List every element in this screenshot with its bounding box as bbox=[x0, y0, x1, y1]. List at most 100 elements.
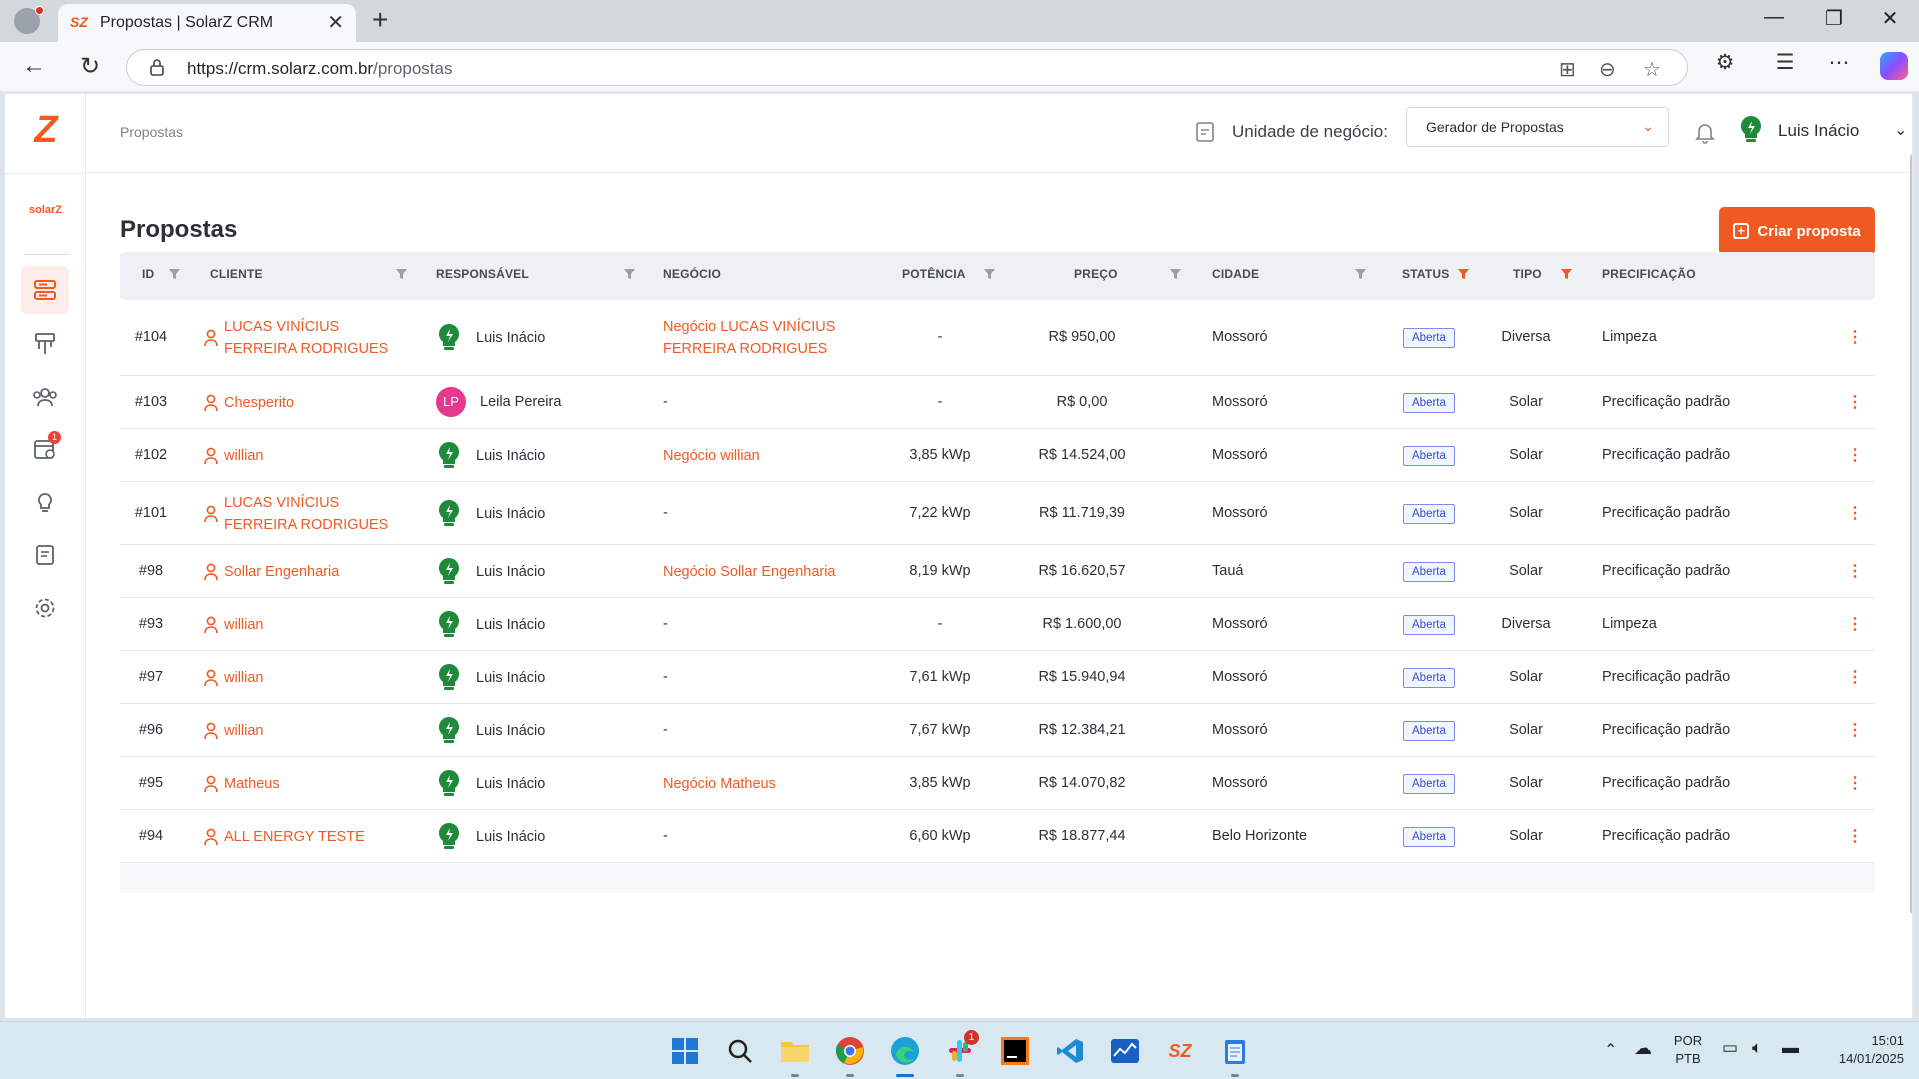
clock[interactable]: 15:01 14/01/2025 bbox=[1818, 1032, 1904, 1068]
maximize-icon[interactable]: ❐ bbox=[1814, 6, 1854, 31]
col-id[interactable]: ID bbox=[142, 267, 154, 281]
table-row[interactable]: #97 willian Luis Inácio - 7,61 kWp R$ 15.940,… bbox=[120, 651, 1875, 704]
reload-icon[interactable]: ↻ bbox=[72, 52, 108, 81]
table-row[interactable]: #96 willian Luis Inácio - 7,67 kWp R$ 12.384,… bbox=[120, 704, 1875, 757]
col-status[interactable]: STATUS bbox=[1402, 267, 1449, 281]
cell-business-link[interactable]: Negócio LUCAS VINÍCIUS FERREIRA RODRIGUES bbox=[663, 316, 835, 360]
show-hidden-icons-icon[interactable]: ⌃ bbox=[1604, 1040, 1617, 1060]
row-actions-kebab-icon[interactable]: ⋮ bbox=[1847, 773, 1863, 793]
close-tab-icon[interactable]: ✕ bbox=[327, 10, 344, 35]
table-row[interactable]: #101 LUCAS VINÍCIUS FERREIRA RODRIGUES Luis… bbox=[120, 482, 1875, 545]
row-actions-kebab-icon[interactable]: ⋮ bbox=[1847, 720, 1863, 740]
minimize-icon[interactable]: — bbox=[1754, 6, 1794, 29]
col-pricing[interactable]: PRECIFICAÇÃO bbox=[1602, 267, 1696, 281]
cell-client-link[interactable]: willian bbox=[204, 445, 264, 467]
language-indicator[interactable]: POR PTB bbox=[1670, 1032, 1706, 1068]
cell-business-link[interactable]: Negócio willian bbox=[663, 445, 760, 467]
sidebar-item-ideas[interactable] bbox=[21, 479, 69, 527]
browser-tab-active[interactable]: SZ Propostas | SolarZ CRM ✕ bbox=[58, 4, 356, 42]
col-client[interactable]: CLIENTE bbox=[210, 267, 263, 281]
filter-icon[interactable] bbox=[1354, 268, 1367, 280]
new-tab-button[interactable]: + bbox=[372, 4, 388, 36]
edge-icon[interactable] bbox=[888, 1034, 922, 1068]
battery-icon[interactable]: ▬ bbox=[1782, 1038, 1799, 1058]
zoom-icon[interactable]: ⊖ bbox=[1599, 57, 1616, 82]
solarz-icon[interactable]: SZ bbox=[1163, 1034, 1197, 1068]
vscode-icon[interactable] bbox=[1053, 1034, 1087, 1068]
breadcrumb[interactable]: Propostas bbox=[120, 124, 183, 140]
stocks-icon[interactable] bbox=[1108, 1034, 1142, 1068]
row-actions-kebab-icon[interactable]: ⋮ bbox=[1847, 503, 1863, 523]
table-row[interactable]: #94 ALL ENERGY TESTE Luis Inácio - 6,60 kWp R… bbox=[120, 810, 1875, 863]
notepad-icon[interactable] bbox=[1218, 1034, 1252, 1068]
back-icon[interactable]: ← bbox=[16, 52, 52, 80]
user-menu-chevron-icon[interactable]: ⌄ bbox=[1894, 120, 1907, 140]
col-price[interactable]: PREÇO bbox=[1074, 267, 1118, 281]
close-window-icon[interactable]: ✕ bbox=[1870, 6, 1910, 31]
table-row[interactable]: #98 Sollar Engenharia Luis Inácio Negócio S… bbox=[120, 545, 1875, 598]
cell-client-link[interactable]: Sollar Engenharia bbox=[204, 561, 339, 583]
sidebar-item-notes[interactable] bbox=[21, 531, 69, 579]
solarz-logo[interactable]: Z bbox=[29, 111, 63, 149]
create-proposal-button[interactable]: + Criar proposta bbox=[1719, 207, 1875, 255]
address-bar[interactable]: https://crm.solarz.com.br/propostas ⊞ ⊖ … bbox=[126, 49, 1688, 86]
sidebar-item-proposals[interactable] bbox=[21, 266, 69, 314]
table-row[interactable]: #95 Matheus Luis Inácio Negócio Matheus 3,85… bbox=[120, 757, 1875, 810]
favorite-star-icon[interactable]: ☆ bbox=[1643, 57, 1661, 82]
filter-icon[interactable] bbox=[983, 268, 996, 280]
sidebar-item-people[interactable] bbox=[21, 373, 69, 421]
cell-client-link[interactable]: willian bbox=[204, 720, 264, 742]
col-responsible[interactable]: RESPONSÁVEL bbox=[436, 267, 529, 281]
filter-active-icon[interactable] bbox=[1560, 268, 1573, 280]
col-power[interactable]: POTÊNCIA bbox=[902, 267, 966, 281]
volume-icon[interactable]: 🔈︎ bbox=[1752, 1038, 1762, 1058]
col-city[interactable]: CIDADE bbox=[1212, 267, 1259, 281]
onedrive-cloud-icon[interactable]: ☁ bbox=[1634, 1038, 1652, 1059]
more-options-icon[interactable]: ⋯ bbox=[1822, 50, 1856, 75]
notification-bell-icon[interactable] bbox=[1694, 120, 1716, 144]
user-name[interactable]: Luis Inácio bbox=[1778, 121, 1859, 141]
cell-business-link[interactable]: Negócio Sollar Engenharia bbox=[663, 561, 836, 583]
chrome-icon[interactable] bbox=[833, 1034, 867, 1068]
sidebar-item-calendar[interactable]: 1 bbox=[21, 425, 69, 473]
filter-icon[interactable] bbox=[1169, 268, 1182, 280]
sidebar-item-funnel[interactable] bbox=[21, 320, 69, 368]
filter-active-icon[interactable] bbox=[1457, 268, 1470, 280]
filter-icon[interactable] bbox=[395, 268, 408, 280]
sidebar-item-settings[interactable] bbox=[21, 584, 69, 632]
cell-client-link[interactable]: willian bbox=[204, 614, 264, 636]
page-scrollbar[interactable] bbox=[1910, 154, 1912, 914]
cell-client-link[interactable]: LUCAS VINÍCIUS FERREIRA RODRIGUES bbox=[204, 492, 388, 536]
windows-start-icon[interactable] bbox=[668, 1034, 702, 1068]
cell-client-link[interactable]: Matheus bbox=[204, 773, 280, 795]
search-icon[interactable] bbox=[723, 1034, 757, 1068]
row-actions-kebab-icon[interactable]: ⋮ bbox=[1847, 392, 1863, 412]
user-avatar-bulb-icon[interactable] bbox=[1738, 114, 1764, 146]
row-actions-kebab-icon[interactable]: ⋮ bbox=[1847, 667, 1863, 687]
cell-client-link[interactable]: Chesperito bbox=[204, 392, 294, 414]
cell-client-link[interactable]: LUCAS VINÍCIUS FERREIRA RODRIGUES bbox=[204, 316, 388, 360]
col-business[interactable]: NEGÓCIO bbox=[663, 267, 721, 281]
table-row[interactable]: #103 Chesperito LP Leila Pereira - - R$ 0,00 Mo… bbox=[120, 376, 1875, 429]
cell-business-link[interactable]: Negócio Matheus bbox=[663, 773, 776, 795]
slack-icon[interactable]: 1 bbox=[943, 1030, 979, 1068]
row-actions-kebab-icon[interactable]: ⋮ bbox=[1847, 614, 1863, 634]
business-unit-select[interactable]: Gerador de Propostas ⌄ bbox=[1406, 107, 1669, 147]
network-icon[interactable]: ▭ bbox=[1722, 1038, 1738, 1058]
jetbrains-icon[interactable] bbox=[998, 1034, 1032, 1068]
app-available-icon[interactable]: ⊞ bbox=[1559, 57, 1576, 82]
file-explorer-icon[interactable] bbox=[778, 1034, 812, 1068]
col-type[interactable]: TIPO bbox=[1513, 267, 1542, 281]
row-actions-kebab-icon[interactable]: ⋮ bbox=[1847, 561, 1863, 581]
table-row[interactable]: #93 willian Luis Inácio - - R$ 1.600,00 Mossor… bbox=[120, 598, 1875, 651]
row-actions-kebab-icon[interactable]: ⋮ bbox=[1847, 327, 1863, 347]
filter-icon[interactable] bbox=[168, 268, 181, 280]
cell-client-link[interactable]: ALL ENERGY TESTE bbox=[204, 826, 365, 848]
cell-client-link[interactable]: willian bbox=[204, 667, 264, 689]
row-actions-kebab-icon[interactable]: ⋮ bbox=[1847, 826, 1863, 846]
filter-icon[interactable] bbox=[623, 268, 636, 280]
table-row[interactable]: #102 willian Luis Inácio Negócio willian 3,8… bbox=[120, 429, 1875, 482]
extensions-icon[interactable]: ⚙ bbox=[1708, 50, 1742, 75]
table-row[interactable]: #104 LUCAS VINÍCIUS FERREIRA RODRIGUES Luis… bbox=[120, 300, 1875, 376]
copilot-icon[interactable] bbox=[1880, 52, 1908, 80]
